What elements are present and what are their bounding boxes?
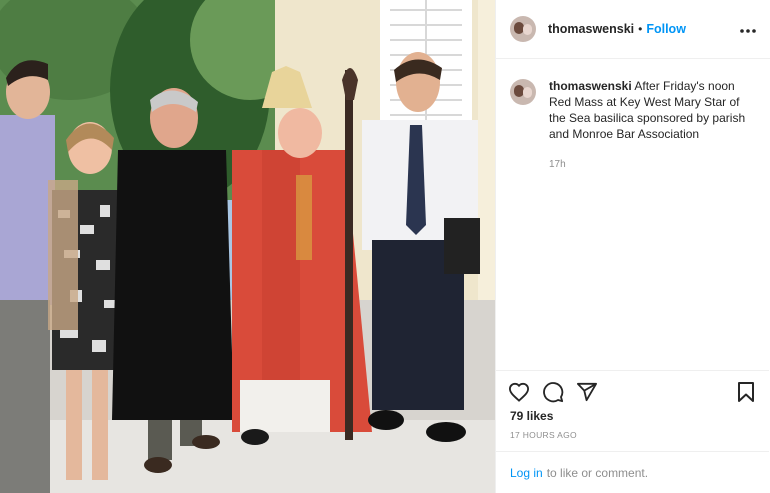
caption: thomaswenski After Friday's noon Red Mas… [549,78,756,173]
post-container: thomaswenski • Follow thomaswenski After… [0,0,770,493]
separator-dot: • [638,22,643,36]
share-icon[interactable] [576,382,598,402]
avatar[interactable] [510,16,536,42]
post-header: thomaswenski • Follow [496,0,770,59]
post-side-panel: thomaswenski • Follow thomaswenski After… [495,0,770,493]
post-photo[interactable] [0,0,495,493]
likes-count[interactable]: 79 likes [496,409,769,423]
caption-username[interactable]: thomaswenski [549,79,632,93]
caption-avatar[interactable] [510,79,536,105]
follow-button[interactable]: Follow [646,22,686,36]
login-prompt: to like or comment. [546,465,649,480]
actions-section: 79 likes 17 HOURS AGO [496,370,769,440]
caption-time[interactable]: 17h [549,157,756,173]
post-timestamp[interactable]: 17 HOURS AGO [496,423,769,440]
login-link[interactable]: Log in [510,466,543,480]
bookmark-icon[interactable] [737,381,755,403]
username[interactable]: thomaswenski [548,22,634,36]
action-icons [496,371,769,409]
caption-section: thomaswenski After Friday's noon Red Mas… [496,59,770,173]
login-bar: Log in to like or comment. [496,451,769,493]
more-options-icon[interactable] [740,20,756,38]
heart-icon[interactable] [508,382,530,402]
group-photo-image [0,0,495,493]
comment-icon[interactable] [542,381,564,403]
